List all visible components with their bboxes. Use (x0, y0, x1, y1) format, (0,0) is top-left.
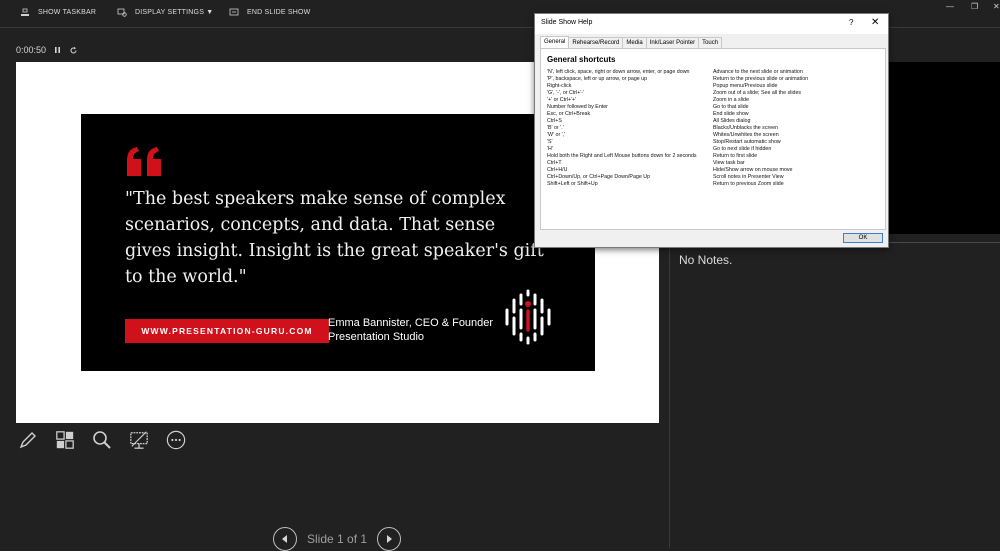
shortcut-row: 'H' Go to next slide if hidden (547, 146, 881, 153)
close-icon[interactable]: ✕ (871, 17, 879, 28)
dialog-title: Slide Show Help (541, 19, 593, 26)
shortcut-description: Return to the previous slide or animatio… (713, 76, 809, 82)
shortcut-row: 'S' Stop/Restart automatic show (547, 139, 881, 146)
end-slide-show-label: END SLIDE SHOW (247, 9, 311, 16)
show-taskbar-button[interactable]: SHOW TASKBAR (20, 8, 96, 17)
shortcut-key: Number followed by Enter (547, 104, 608, 110)
shortcut-description: All Slides dialog (713, 118, 751, 124)
shortcut-description: End slide show (713, 111, 749, 117)
show-taskbar-label: SHOW TASKBAR (38, 9, 97, 16)
shortcut-key: Shift+Left or Shift+Up (547, 181, 598, 187)
shortcut-row: Esc, or Ctrl+Break End slide show (547, 111, 881, 118)
shortcut-row: 'G', '-', or Ctrl+'-' Zoom out of a slide… (547, 90, 881, 97)
shortcut-row: Ctrl+H/U Hide/Show arrow on mouse move (547, 167, 881, 174)
shortcut-description: Go to next slide if hidden (713, 146, 772, 152)
chevron-left-icon (282, 535, 287, 543)
shortcut-description: Advance to the next slide or animation (713, 69, 803, 75)
slide-content: "The best speakers make sense of complex… (81, 114, 595, 371)
shortcut-key: Esc, or Ctrl+Break (547, 111, 591, 117)
slide-counter: Slide 1 of 1 (307, 532, 368, 546)
timer-bar: 0:00:50 (16, 45, 78, 55)
shortcut-key: 'S' (547, 139, 553, 145)
restore-icon[interactable]: ❐ (971, 2, 978, 11)
shortcut-description: Scroll notes in Presenter View (713, 174, 784, 180)
shortcut-row: Ctrl+Down/Up, or Ctrl+Page Down/Page Up S… (547, 174, 881, 181)
shortcut-key: 'B' or '.' (547, 125, 564, 131)
slide-navigation: Slide 1 of 1 (273, 527, 402, 551)
shortcut-key: Right-click (547, 83, 572, 89)
shortcut-row: Hold both the Right and Left Mouse butto… (547, 153, 881, 160)
shortcut-description: Stop/Restart automatic show (713, 139, 781, 145)
shortcut-row: 'B' or '.' Blacks/Unblacks the screen (547, 125, 881, 132)
restart-timer-icon[interactable] (69, 46, 78, 55)
more-options-icon[interactable] (166, 429, 186, 451)
shortcut-description: Popup menu/Previous slide (713, 83, 778, 89)
minimize-icon[interactable]: — (946, 2, 954, 11)
author-name: Emma Bannister, CEO & Founder (328, 317, 494, 329)
shortcut-row: 'P', backspace, left or up arrow, or pag… (547, 76, 881, 83)
shortcut-key: 'G', '-', or Ctrl+'-' (547, 90, 585, 96)
author-company: Presentation Studio (328, 331, 425, 343)
shortcut-key: Ctrl+H/U (547, 167, 568, 173)
notes-zoom-controls (681, 544, 711, 548)
shortcut-description: View task bar (713, 160, 745, 166)
shortcut-description: Whites/Unwhites the screen (713, 132, 779, 138)
shortcut-key: 'W' or ',' (547, 132, 566, 138)
shortcut-description: Go to that slide (713, 104, 749, 110)
shortcut-description: Zoom in a slide (713, 97, 749, 103)
shortcut-row: Shift+Left or Shift+Up Return to previous… (547, 181, 881, 188)
shortcut-row: Ctrl+S All Slides dialog (547, 118, 881, 125)
shortcut-key: 'H' (547, 146, 553, 152)
shortcut-description: Return to previous Zoom slide (713, 181, 784, 187)
shortcut-row: Ctrl+T View task bar (547, 160, 881, 167)
shortcut-row: Number followed by Enter Go to that slide (547, 104, 881, 111)
pause-icon[interactable] (54, 46, 61, 54)
shortcut-description: Blacks/Unblacks the screen (713, 125, 779, 131)
dialog-titlebar[interactable]: Slide Show Help ? ✕ (535, 14, 888, 34)
ok-button[interactable]: OK (843, 233, 883, 243)
black-screen-icon[interactable] (129, 429, 149, 451)
shortcut-row: Right-click Popup menu/Previous slide (547, 83, 881, 90)
slide-url-banner: WWW.PRESENTATION-GURU.COM (125, 319, 329, 343)
display-settings-icon (117, 8, 127, 17)
speaker-notes: No Notes. (679, 253, 733, 267)
pen-tool-icon[interactable] (18, 429, 38, 451)
shortcut-key: 'P', backspace, left or up arrow, or pag… (547, 76, 648, 82)
end-slide-show-button[interactable]: END SLIDE SHOW (229, 8, 310, 17)
shortcut-description: Zoom out of a slide; See all the slides (713, 90, 802, 96)
shortcuts-list: 'N', left click, space, right or down ar… (547, 69, 881, 188)
elapsed-time: 0:00:50 (16, 45, 47, 55)
shortcut-description: Return to first slide (713, 153, 758, 159)
shortcut-row: 'N', left click, space, right or down ar… (547, 69, 881, 76)
zoom-icon[interactable] (92, 429, 112, 451)
see-all-slides-icon[interactable] (55, 429, 75, 451)
shortcut-key: Ctrl+T (547, 160, 562, 166)
slide-show-help-dialog: Slide Show Help ? ✕ General Rehearse/Rec… (534, 13, 889, 248)
shortcuts-heading: General shortcuts (547, 55, 616, 64)
slide-author: Emma Bannister, CEO & Founder Presentati… (328, 316, 493, 344)
shortcut-row: '+' or Ctrl+'+' Zoom in a slide (547, 97, 881, 104)
taskbar-icon (21, 8, 29, 16)
shortcut-key: Ctrl+S (547, 118, 562, 124)
presentation-studio-logo (505, 289, 551, 345)
shortcut-key: 'N', left click, space, right or down ar… (547, 69, 690, 75)
shortcut-key: Ctrl+Down/Up, or Ctrl+Page Down/Page Up (547, 174, 651, 180)
help-icon[interactable]: ? (849, 18, 853, 27)
end-show-icon (229, 8, 239, 16)
shortcuts-panel: General shortcuts 'N', left click, space… (540, 48, 886, 230)
quote-mark-icon (127, 147, 161, 176)
shortcut-row: 'W' or ',' Whites/Unwhites the screen (547, 132, 881, 139)
slide-tools (18, 429, 186, 451)
shortcut-key: '+' or Ctrl+'+' (547, 97, 577, 103)
shortcut-description: Hide/Show arrow on mouse move (713, 167, 793, 173)
slide-quote: "The best speakers make sense of complex… (125, 189, 544, 287)
close-window-icon[interactable]: ✕ (993, 2, 1000, 11)
chevron-right-icon (387, 535, 393, 543)
shortcut-key: Hold both the Right and Left Mouse butto… (547, 153, 697, 159)
display-settings-label: DISPLAY SETTINGS ▼ (135, 9, 214, 16)
previous-slide-button[interactable] (273, 527, 297, 551)
next-slide-button[interactable] (377, 527, 402, 551)
display-settings-button[interactable]: DISPLAY SETTINGS ▼ (117, 8, 213, 17)
